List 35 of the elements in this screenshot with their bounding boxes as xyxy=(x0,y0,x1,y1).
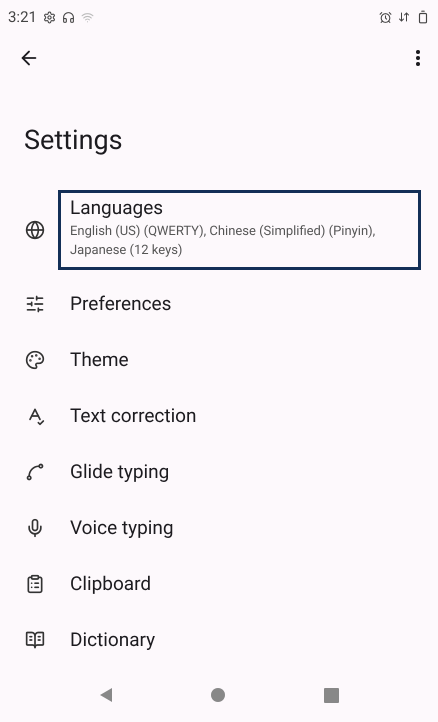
wifi-icon xyxy=(80,10,94,24)
settings-item[interactable]: Glide typing xyxy=(58,454,421,490)
data-arrows-icon xyxy=(398,11,410,23)
item-title: Text correction xyxy=(70,404,198,428)
item-title: Languages xyxy=(70,196,164,220)
item-summary: English (US) (QWERTY), Chinese (Simplified) (Pinyin), Japanese (12 keys) xyxy=(70,223,376,260)
clipboard-icon xyxy=(25,574,45,594)
recents-square-icon[interactable] xyxy=(324,688,339,702)
settings-item[interactable]: Languages English (US) (QWERTY), Chinese (Simplified) (Pinyin), Japanese (12 keys) xyxy=(58,190,421,270)
item-title: Glide typing xyxy=(70,460,170,484)
battery-icon xyxy=(416,10,430,24)
book-icon xyxy=(25,630,45,650)
item-title: Dictionary xyxy=(70,628,156,652)
item-title: Clipboard xyxy=(70,572,152,596)
more-icon xyxy=(416,50,420,66)
status-time: 3:21 xyxy=(8,6,37,28)
headphones-icon xyxy=(62,10,75,24)
globe-icon xyxy=(25,220,45,240)
settings-item[interactable]: Voice typing xyxy=(58,510,421,546)
more-options-button[interactable] xyxy=(414,48,422,68)
palette-icon xyxy=(25,350,45,370)
settings-item[interactable]: Dictionary xyxy=(58,622,421,658)
settings-icon xyxy=(42,10,56,24)
alarm-icon xyxy=(379,10,392,24)
item-title: Preferences xyxy=(70,292,172,316)
settings-item[interactable]: Clipboard xyxy=(58,566,421,602)
settings-item[interactable]: Preferences xyxy=(58,286,421,322)
home-circle-icon[interactable] xyxy=(211,688,226,702)
item-title: Theme xyxy=(70,348,130,372)
item-title: Voice typing xyxy=(70,516,175,540)
sliders-icon xyxy=(25,294,45,314)
back-triangle-icon[interactable] xyxy=(99,687,114,703)
settings-item[interactable]: Theme xyxy=(58,342,421,378)
page-title: Settings xyxy=(24,123,124,158)
settings-item[interactable]: Text correction xyxy=(58,398,421,434)
